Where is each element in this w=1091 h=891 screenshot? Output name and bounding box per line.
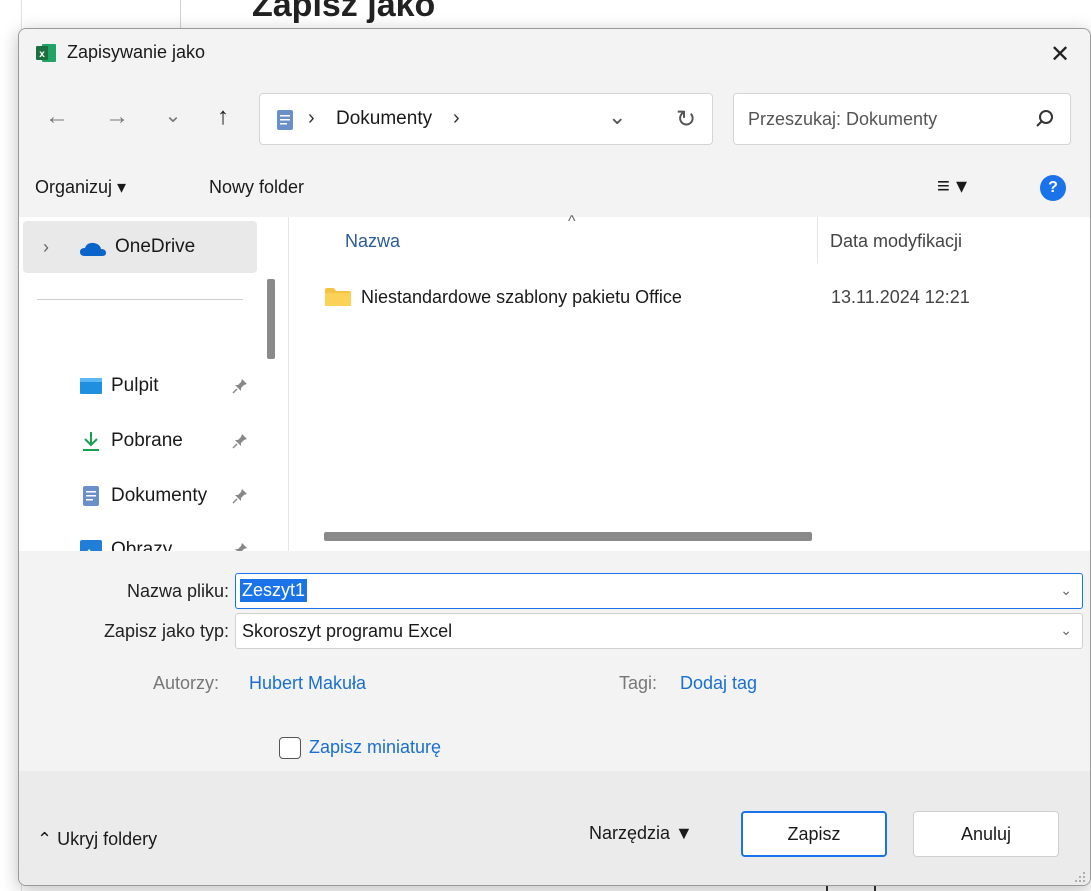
sort-ascending-icon: ^ (568, 213, 576, 230)
save-thumbnail-label[interactable]: Zapisz miniaturę (309, 737, 441, 758)
search-placeholder: Przeszukaj: Dokumenty (748, 109, 938, 129)
breadcrumb-separator[interactable]: › (453, 107, 460, 130)
svg-text:x: x (39, 49, 45, 60)
sidebar-item-label: Obrazy (111, 539, 173, 551)
chevron-down-icon[interactable]: ⌄ (1060, 582, 1072, 599)
sidebar-item-dokumenty[interactable]: Dokumenty (75, 477, 265, 517)
pin-icon[interactable] (231, 541, 249, 551)
command-bar: Organizuj ▾ Nowy folder ≡ ▾ ? (19, 159, 1090, 217)
tools-menu-button[interactable]: Narzędzia ▼ (589, 823, 693, 844)
folder-icon (325, 288, 351, 306)
desktop-icon (80, 378, 102, 394)
filename-label: Nazwa pliku: (126, 581, 229, 601)
resize-grip-icon[interactable] (1074, 871, 1086, 883)
pin-icon[interactable] (231, 487, 249, 505)
search-input[interactable]: Przeszukaj: Dokumenty (733, 93, 1071, 145)
sidebar-item-onedrive[interactable]: › OneDrive (23, 221, 257, 273)
document-icon (277, 110, 293, 130)
sidebar-item-pulpit[interactable]: Pulpit (75, 367, 265, 407)
file-modified-date: 13.11.2024 12:21 (831, 287, 970, 307)
save-as-dialog: x Zapisywanie jako ✕ ← → ⌄ ↑ › Dokumenty… (18, 28, 1091, 886)
document-icon (83, 486, 99, 506)
forward-button[interactable]: → (99, 103, 135, 131)
file-type-label: Zapisz jako typ: (103, 621, 229, 641)
save-button[interactable]: Zapisz (741, 811, 887, 857)
close-button[interactable]: ✕ (1030, 29, 1090, 79)
help-icon[interactable]: ? (1040, 175, 1066, 201)
navigation-pane: › OneDrive Pulpit Pobrane Dokumenty Obra… (19, 217, 289, 551)
recent-locations-button[interactable]: ⌄ (155, 103, 191, 128)
address-dropdown-button[interactable]: ⌄ (608, 104, 626, 130)
search-icon[interactable] (1034, 108, 1056, 130)
expand-chevron-icon[interactable]: › (43, 237, 49, 258)
filename-input[interactable]: Zeszyt1 ⌄ (235, 573, 1083, 609)
background-title: Zapisz jako (252, 0, 436, 24)
browser-content: › OneDrive Pulpit Pobrane Dokumenty Obra… (19, 213, 1090, 551)
breadcrumb-location[interactable]: Dokumenty (336, 108, 432, 130)
sidebar-item-obrazy[interactable]: Obrazy (75, 531, 265, 551)
view-options-button[interactable]: ≡ ▾ (937, 173, 967, 199)
tags-label: Tagi: (619, 673, 658, 693)
add-tag-link[interactable]: Dodaj tag (680, 673, 757, 694)
authors-label: Autorzy: (153, 673, 220, 693)
sidebar-item-pobrane[interactable]: Pobrane (75, 422, 265, 462)
file-list: ^ Nazwa Data modyfikacji Niestandardowe … (290, 213, 1090, 551)
authors-value[interactable]: Hubert Makuła (249, 673, 366, 694)
address-bar[interactable]: › Dokumenty › ⌄ ↻ (259, 93, 713, 145)
refresh-button[interactable]: ↻ (676, 105, 696, 134)
column-separator[interactable] (817, 217, 818, 263)
back-button[interactable]: ← (39, 103, 75, 131)
excel-icon: x (36, 44, 56, 62)
file-name: Niestandardowe szablony pakietu Office (361, 287, 682, 307)
navigation-bar: ← → ⌄ ↑ › Dokumenty › ⌄ ↻ Przeszukaj: Do… (19, 79, 1090, 159)
file-type-select[interactable]: Skoroszyt programu Excel ⌄ (235, 613, 1083, 649)
cancel-button[interactable]: Anuluj (913, 811, 1059, 857)
dialog-title: Zapisywanie jako (67, 42, 206, 62)
sidebar-scrollbar[interactable] (267, 279, 275, 359)
column-header-name[interactable]: Nazwa (345, 231, 400, 252)
breadcrumb-separator: › (308, 107, 315, 129)
organize-menu[interactable]: Organizuj ▾ (35, 177, 126, 198)
save-thumbnail-checkbox[interactable] (279, 737, 301, 759)
up-button[interactable]: ↑ (205, 103, 241, 131)
sidebar-item-label: Dokumenty (111, 485, 208, 506)
hide-folders-button[interactable]: ⌃ Ukryj foldery (37, 829, 157, 850)
file-type-value: Skoroszyt programu Excel (242, 621, 453, 641)
sidebar-item-label: Pobrane (111, 430, 183, 451)
chevron-down-icon[interactable]: ⌄ (1060, 622, 1072, 639)
pictures-icon (80, 540, 102, 551)
pin-icon[interactable] (231, 377, 249, 395)
horizontal-scrollbar[interactable] (324, 532, 812, 541)
filename-value[interactable]: Zeszyt1 (240, 579, 308, 602)
sidebar-item-label: Pulpit (111, 375, 159, 396)
list-item[interactable]: Niestandardowe szablony pakietu Office 1… (324, 277, 1024, 317)
cloud-icon (80, 242, 106, 256)
title-bar: x Zapisywanie jako ✕ (19, 29, 1090, 79)
download-icon (83, 432, 99, 451)
sidebar-item-label: OneDrive (115, 236, 196, 257)
pin-icon[interactable] (231, 432, 249, 450)
column-header-modified[interactable]: Data modyfikacji (830, 231, 962, 252)
dialog-footer: ⌃ Ukryj foldery Narzędzia ▼ Zapisz Anulu… (19, 771, 1090, 885)
sidebar-divider (37, 299, 243, 300)
save-options-form: Nazwa pliku: Zeszyt1 ⌄ Zapisz jako typ: … (19, 551, 1090, 771)
new-folder-button[interactable]: Nowy folder (209, 177, 304, 198)
